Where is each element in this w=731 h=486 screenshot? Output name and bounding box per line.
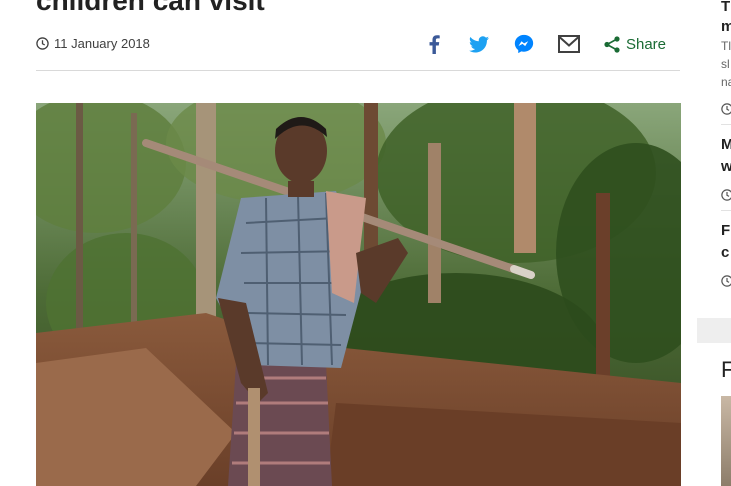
sidebar-section-heading: F — [721, 357, 731, 382]
share-icon — [604, 35, 620, 53]
sidebar-item-title[interactable]: T — [721, 0, 730, 15]
sidebar-features: F — [697, 343, 731, 486]
share-label: Share — [625, 35, 666, 53]
article-meta: 11 January 2018 Share — [36, 33, 680, 55]
sidebar-item-summary-line: Tl — [721, 39, 731, 53]
share-tools: Share — [400, 33, 666, 55]
article-headline: children can visit — [36, 0, 265, 16]
sidebar-divider — [721, 124, 731, 125]
email-icon — [557, 35, 580, 53]
sidebar-top-stories: T m Tl sl na M w F c — [697, 0, 731, 318]
messenger-share-button[interactable] — [513, 33, 535, 55]
date-text: 11 January 2018 — [54, 36, 150, 51]
email-share-button[interactable] — [557, 33, 580, 55]
sidebar-item-title[interactable]: F — [721, 222, 730, 239]
header-divider — [36, 70, 680, 71]
twitter-share-button[interactable] — [468, 33, 490, 55]
article-photo — [36, 103, 681, 486]
sidebar-item-title-line2[interactable]: m — [721, 18, 731, 35]
clock-icon — [721, 275, 731, 287]
clock-icon — [721, 189, 731, 201]
article-date: 11 January 2018 — [36, 36, 150, 51]
sidebar-item-summary-line: na — [721, 75, 731, 89]
sidebar-item-title-line2[interactable]: w — [721, 158, 731, 175]
sidebar-thumbnail[interactable] — [721, 396, 731, 486]
share-button[interactable]: Share — [604, 36, 666, 53]
article-main: children can visit 11 January 2018 Share — [0, 0, 697, 486]
man-with-pickaxe-photo — [36, 103, 681, 486]
facebook-icon — [429, 34, 440, 54]
sidebar-item-title-line2[interactable]: c — [721, 244, 729, 261]
clock-icon — [721, 103, 731, 115]
twitter-icon — [468, 35, 489, 52]
sidebar-item-title[interactable]: M — [721, 136, 731, 153]
sidebar-divider — [721, 210, 731, 211]
messenger-icon — [514, 34, 534, 54]
facebook-share-button[interactable] — [423, 33, 445, 55]
sidebar-item-summary-line: sl — [721, 57, 730, 71]
clock-icon — [36, 37, 49, 50]
